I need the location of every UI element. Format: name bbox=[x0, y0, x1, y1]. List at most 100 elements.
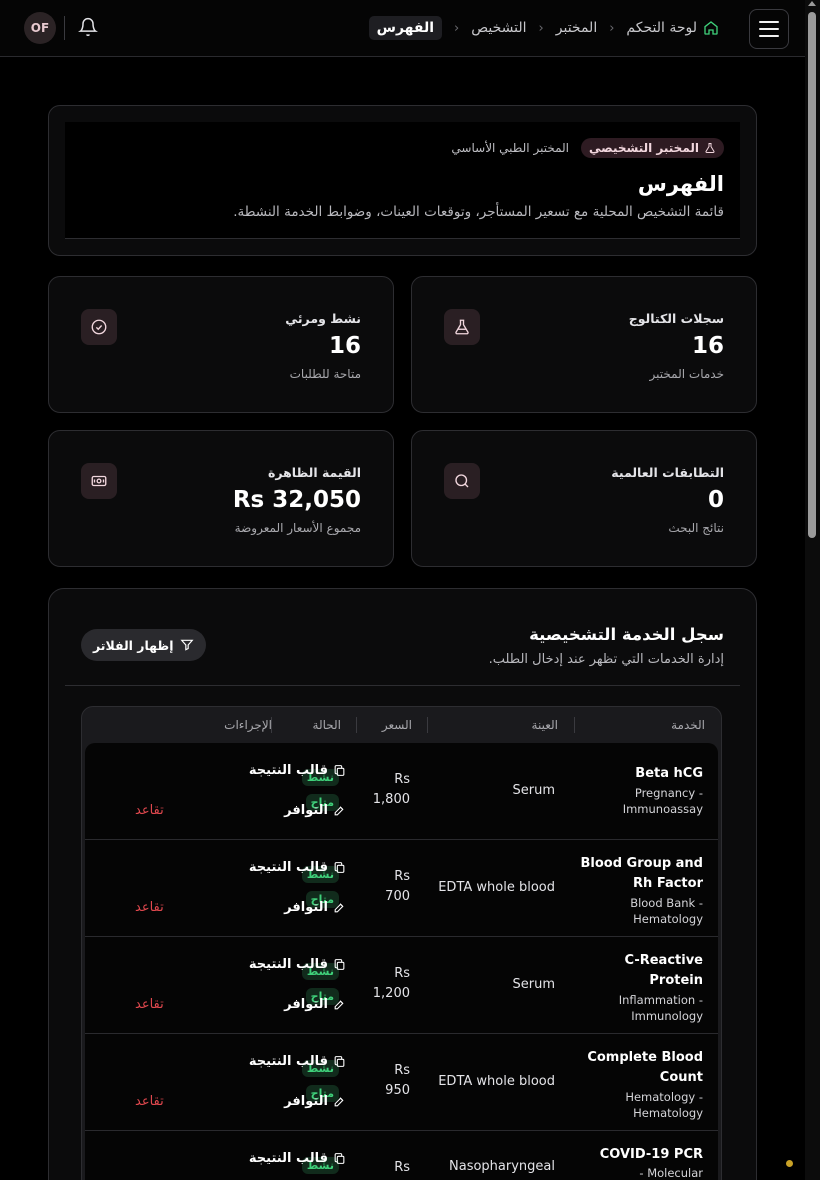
breadcrumb-diagnostics[interactable]: التشخيص bbox=[471, 20, 526, 36]
action-label: التوافر bbox=[284, 1094, 328, 1109]
column-header-actions: الإجراءات bbox=[224, 718, 272, 732]
badge-group: المختبر التشخيصي المختبر الطبي الأساسي bbox=[447, 138, 724, 158]
sample-type: Serum bbox=[512, 783, 556, 798]
badge-label: المختبر التشخيصي bbox=[589, 141, 699, 155]
edit-icon bbox=[334, 1000, 344, 1010]
lab-name-badge: المختبر الطبي الأساسي bbox=[451, 141, 569, 155]
price-value: 1,800 bbox=[372, 792, 410, 807]
column-divider bbox=[356, 717, 357, 733]
service-registry-panel: سجل الخدمة التشخيصية إدارة الخدمات التي … bbox=[48, 588, 757, 1180]
check-circle-icon bbox=[91, 319, 107, 335]
section-title: سجل الخدمة التشخيصية bbox=[529, 625, 724, 644]
service-category: Molecular - bbox=[639, 1166, 703, 1180]
table-row: COVID-19 PCR Molecular - Nasopharyngeal … bbox=[85, 1131, 718, 1180]
stat-card-active-visible: نشط ومرئي 16 متاحة للطلبات bbox=[48, 276, 394, 413]
breadcrumb-catalog: الفهرس bbox=[368, 16, 443, 40]
show-filters-button[interactable]: إظهار الفلاتر bbox=[81, 629, 206, 661]
stat-label: نشط ومرئي bbox=[285, 311, 361, 326]
service-name: COVID-19 PCR bbox=[599, 1147, 703, 1162]
action-label: قالب النتيجة bbox=[248, 1054, 328, 1069]
bell-icon[interactable] bbox=[78, 17, 98, 37]
menu-button[interactable] bbox=[749, 9, 789, 49]
scrollbar-thumb[interactable] bbox=[808, 12, 816, 538]
scroll-up-arrow[interactable] bbox=[808, 1, 816, 6]
divider bbox=[64, 16, 65, 40]
column-header-service[interactable]: الخدمة bbox=[671, 718, 705, 732]
table-header: الخدمة العينة السعر الحالة الإجراءات bbox=[82, 707, 721, 743]
table-body: Beta hCG Pregnancy - Immunoassay Serum R… bbox=[85, 743, 718, 1180]
flask-icon bbox=[455, 319, 469, 335]
services-table: الخدمة العينة السعر الحالة الإجراءات Bet… bbox=[81, 706, 722, 1180]
action-label: التوافر bbox=[284, 900, 328, 915]
retire-button[interactable]: تقاعد bbox=[135, 900, 164, 915]
result-template-button[interactable]: قالب النتيجة bbox=[249, 860, 346, 875]
result-template-button[interactable]: قالب النتيجة bbox=[249, 1054, 346, 1069]
action-label: التوافر bbox=[284, 997, 328, 1012]
edit-icon bbox=[334, 903, 344, 913]
availability-button[interactable]: التوافر bbox=[284, 900, 346, 915]
availability-button[interactable]: التوافر bbox=[284, 997, 346, 1012]
action-label: قالب النتيجة bbox=[248, 957, 328, 972]
copy-icon bbox=[334, 1153, 345, 1164]
page-header-inner: المختبر التشخيصي المختبر الطبي الأساسي ا… bbox=[65, 122, 740, 239]
result-template-button[interactable]: قالب النتيجة bbox=[249, 763, 346, 778]
avatar[interactable]: OF bbox=[24, 12, 56, 44]
stat-value: 0 bbox=[707, 487, 724, 513]
button-label: إظهار الفلاتر bbox=[93, 637, 174, 653]
stat-value: 16 bbox=[328, 333, 361, 359]
service-name: Complete Blood Count bbox=[587, 1050, 703, 1085]
scrollbar[interactable] bbox=[805, 0, 820, 1180]
copy-icon bbox=[334, 1056, 345, 1067]
service-name: Blood Group and Rh Factor bbox=[580, 856, 704, 891]
stat-subtitle: نتائج البحث bbox=[668, 521, 724, 535]
menu-icon-line bbox=[759, 21, 779, 23]
stat-icon-box bbox=[81, 463, 117, 499]
sample-type: Serum bbox=[512, 977, 556, 992]
edit-icon bbox=[334, 806, 344, 816]
flask-icon bbox=[705, 143, 715, 153]
service-category: Hematology - Hematology bbox=[625, 1090, 703, 1120]
service-category: Pregnancy - Immunoassay bbox=[622, 786, 703, 816]
column-header-price[interactable]: السعر bbox=[382, 718, 412, 732]
edit-icon bbox=[334, 1097, 344, 1107]
stat-subtitle: متاحة للطلبات bbox=[289, 367, 361, 381]
stat-label: التطابقات العالمية bbox=[611, 465, 724, 480]
stat-value: Rs 32,050 bbox=[232, 487, 361, 513]
top-bar: لوحة التحكم ‹ المختبر ‹ التشخيص ‹ الفهرس… bbox=[0, 0, 805, 57]
price-currency: Rs bbox=[394, 966, 410, 981]
price-currency: Rs bbox=[394, 869, 410, 884]
column-header-status[interactable]: الحالة bbox=[313, 718, 341, 732]
sample-type: EDTA whole blood bbox=[438, 1074, 555, 1089]
retire-button[interactable]: تقاعد bbox=[135, 997, 164, 1012]
column-divider bbox=[427, 717, 428, 733]
diagnostic-lab-badge: المختبر التشخيصي bbox=[581, 138, 724, 158]
service-name: Beta hCG bbox=[635, 766, 703, 781]
stat-icon-box bbox=[444, 463, 480, 499]
availability-button[interactable]: التوافر bbox=[284, 1094, 346, 1109]
price-currency: Rs bbox=[394, 772, 410, 787]
stat-icon-box bbox=[444, 309, 480, 345]
stat-value: 16 bbox=[691, 333, 724, 359]
page-title: الفهرس bbox=[637, 172, 724, 196]
stat-subtitle: مجموع الأسعار المعروضة bbox=[234, 521, 361, 535]
result-template-button[interactable]: قالب النتيجة bbox=[249, 1151, 346, 1166]
stat-subtitle: خدمات المختبر bbox=[649, 367, 724, 381]
column-header-sample[interactable]: العينة bbox=[532, 718, 558, 732]
stat-card-visible-value: القيمة الظاهرة Rs 32,050 مجموع الأسعار ا… bbox=[48, 430, 394, 567]
result-template-button[interactable]: قالب النتيجة bbox=[249, 957, 346, 972]
service-name: C-Reactive Protein bbox=[624, 953, 703, 988]
breadcrumb-dashboard[interactable]: لوحة التحكم bbox=[626, 20, 719, 36]
breadcrumb-lab[interactable]: المختبر bbox=[556, 20, 597, 36]
divider bbox=[65, 685, 740, 686]
section-description: إدارة الخدمات التي تظهر عند إدخال الطلب. bbox=[488, 652, 724, 667]
retire-button[interactable]: تقاعد bbox=[135, 1094, 164, 1109]
search-icon bbox=[455, 474, 469, 488]
copy-icon bbox=[334, 959, 345, 970]
breadcrumb-label: لوحة التحكم bbox=[626, 20, 697, 36]
table-row: Complete Blood Count Hematology - Hemato… bbox=[85, 1034, 718, 1131]
retire-button[interactable]: تقاعد bbox=[135, 803, 164, 818]
action-label: قالب النتيجة bbox=[248, 860, 328, 875]
availability-button[interactable]: التوافر bbox=[284, 803, 346, 818]
page-description: قائمة التشخيص المحلية مع تسعير المستأجر،… bbox=[233, 204, 724, 220]
price-currency: Rs bbox=[394, 1063, 410, 1078]
